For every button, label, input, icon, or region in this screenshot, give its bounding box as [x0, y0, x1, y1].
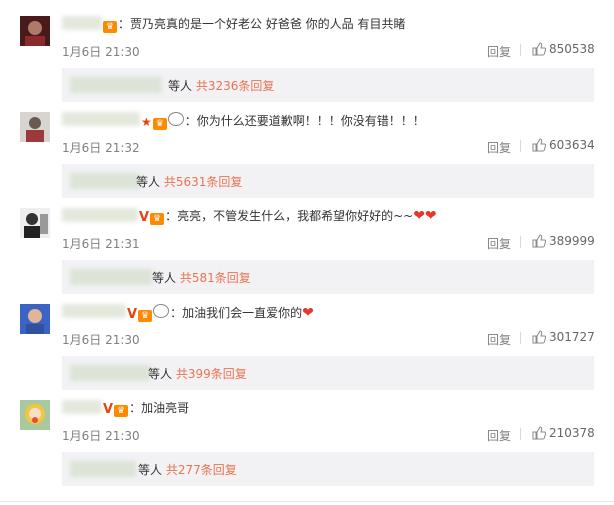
avatar[interactable]: [20, 208, 50, 238]
reply-summary[interactable]: 等人 共3236条回复: [62, 68, 594, 102]
thumbs-up-icon: [532, 42, 547, 56]
reply-count-link[interactable]: 共277条回复: [166, 463, 237, 477]
comment-item: V ♛ ：加油我们会一直爱你的❤ 1月6日 21:30 回复 301727 等人 共…: [0, 304, 614, 400]
reply-button[interactable]: 回复: [487, 235, 511, 252]
reply-count-link[interactable]: 共399条回复: [176, 367, 247, 381]
reply-count-link[interactable]: 共3236条回复: [196, 79, 275, 93]
reply-summary[interactable]: 等人 共399条回复: [62, 356, 594, 390]
colon: ：: [184, 114, 197, 128]
replier-names-blurred: [70, 365, 150, 381]
comment-time[interactable]: 1月6日 21:32: [62, 139, 140, 156]
comment-text: 你为什么还要道歉啊！！！你没有错！！！: [196, 114, 425, 128]
thumbs-up-icon: [532, 330, 547, 344]
comment-item: ★ ♛ ：你为什么还要道歉啊！！！你没有错！！！ 1月6日 21:32 回复 603…: [0, 112, 614, 208]
like-count: 389999: [549, 234, 595, 248]
username-blurred[interactable]: [62, 304, 126, 318]
replier-names-blurred: [70, 269, 152, 285]
replier-names-blurred: [70, 461, 136, 477]
reply-summary-text: 等人 共277条回复: [138, 461, 237, 478]
thumbs-up-icon: [532, 138, 547, 152]
colon: ：: [129, 401, 142, 415]
reply-button[interactable]: 回复: [487, 331, 511, 348]
panda-emoji-icon: [167, 112, 184, 126]
colon: ：: [118, 17, 131, 31]
comment-line: V ♛ ：加油我们会一直爱你的❤: [127, 304, 314, 322]
thumbs-up-icon: [532, 426, 547, 440]
replier-names-blurred: [70, 77, 162, 93]
divider: [520, 236, 521, 248]
comment-text: 加油我们会一直爱你的: [182, 306, 303, 320]
vip-crown-icon[interactable]: ♛: [114, 405, 129, 417]
reply-button[interactable]: 回复: [487, 43, 511, 60]
reply-suffix: 等人: [138, 463, 163, 477]
like-button[interactable]: 210378: [532, 426, 595, 440]
heart-emoji-icon: ❤❤: [413, 208, 437, 224]
vip-crown-icon[interactable]: ♛: [103, 21, 117, 33]
reply-suffix: 等人: [148, 367, 173, 381]
replier-names-blurred: [70, 173, 140, 189]
reply-suffix: 等人: [136, 175, 161, 189]
comment-time[interactable]: 1月6日 21:30: [62, 331, 140, 348]
comment-line: V ♛ ：亮亮，不管发生什么，我都希望你好好的~~❤❤: [139, 208, 437, 225]
avatar[interactable]: [20, 112, 50, 142]
reply-suffix: 等人: [152, 271, 177, 285]
reply-count-link[interactable]: 共581条回复: [180, 271, 251, 285]
comment-time[interactable]: 1月6日 21:31: [62, 235, 140, 252]
reply-summary-text: 等人 共5631条回复: [136, 173, 242, 190]
reply-count-link[interactable]: 共5631条回复: [164, 175, 243, 189]
comment-item: V ♛ ：加油亮哥 1月6日 21:30 回复 210378 等人 共277条回复: [0, 400, 614, 496]
panda-emoji-icon: [153, 304, 170, 318]
comment-item: V ♛ ：亮亮，不管发生什么，我都希望你好好的~~❤❤ 1月6日 21:31 回复 …: [0, 208, 614, 304]
username-blurred[interactable]: [62, 400, 102, 414]
thumbs-up-icon: [532, 234, 547, 248]
reply-button[interactable]: 回复: [487, 427, 511, 444]
vip-crown-icon[interactable]: ♛: [138, 310, 153, 322]
like-button[interactable]: 389999: [532, 234, 595, 248]
like-button[interactable]: 850538: [532, 42, 595, 56]
reply-summary-text: 等人 共581条回复: [152, 269, 251, 286]
reply-suffix: 等人: [168, 79, 193, 93]
comment-line: V ♛ ：加油亮哥: [103, 400, 189, 417]
colon: ：: [165, 209, 178, 223]
avatar[interactable]: [20, 400, 50, 430]
like-button[interactable]: 301727: [532, 330, 595, 344]
comment-time[interactable]: 1月6日 21:30: [62, 427, 140, 444]
reply-summary-text: 等人 共399条回复: [148, 365, 247, 382]
like-button[interactable]: 603634: [532, 138, 595, 152]
like-count: 210378: [549, 426, 595, 440]
comment-item: ♛ ：贾乃亮真的是一个好老公 好爸爸 你的人品 有目共睹 1月6日 21:30 回…: [0, 16, 614, 112]
like-count: 850538: [549, 42, 595, 56]
username-blurred[interactable]: [62, 208, 138, 222]
comment-text: 亮亮，不管发生什么，我都希望你好好的~~: [177, 209, 414, 223]
reply-summary-text: 等人 共3236条回复: [168, 77, 274, 94]
divider: [520, 428, 521, 440]
avatar[interactable]: [20, 16, 50, 46]
reply-summary[interactable]: 等人 共581条回复: [62, 260, 594, 294]
like-count: 603634: [549, 138, 595, 152]
reply-summary[interactable]: 等人 共277条回复: [62, 452, 594, 486]
comment-time[interactable]: 1月6日 21:30: [62, 43, 140, 60]
comment-line: ♛ ：贾乃亮真的是一个好老公 好爸爸 你的人品 有目共睹: [103, 16, 405, 33]
reply-summary[interactable]: 等人 共5631条回复: [62, 164, 594, 198]
divider: [0, 501, 614, 502]
vip-crown-icon[interactable]: ♛: [150, 213, 165, 225]
like-count: 301727: [549, 330, 595, 344]
username-blurred[interactable]: [62, 112, 140, 126]
divider: [520, 140, 521, 152]
heart-emoji-icon: ❤: [302, 305, 314, 321]
reply-button[interactable]: 回复: [487, 139, 511, 156]
colon: ：: [170, 306, 183, 320]
star-icon: ★: [141, 115, 152, 129]
verified-v-icon: V: [103, 402, 114, 417]
username-blurred[interactable]: [62, 16, 102, 30]
comment-text: 贾乃亮真的是一个好老公 好爸爸 你的人品 有目共睹: [130, 17, 406, 31]
comment-line: ★ ♛ ：你为什么还要道歉啊！！！你没有错！！！: [141, 112, 425, 130]
comment-text: 加油亮哥: [141, 401, 190, 415]
divider: [520, 44, 521, 56]
verified-v-icon: V: [127, 307, 138, 322]
verified-v-icon: V: [139, 210, 150, 225]
avatar[interactable]: [20, 304, 50, 334]
divider: [520, 332, 521, 344]
vip-crown-icon[interactable]: ♛: [152, 118, 167, 130]
